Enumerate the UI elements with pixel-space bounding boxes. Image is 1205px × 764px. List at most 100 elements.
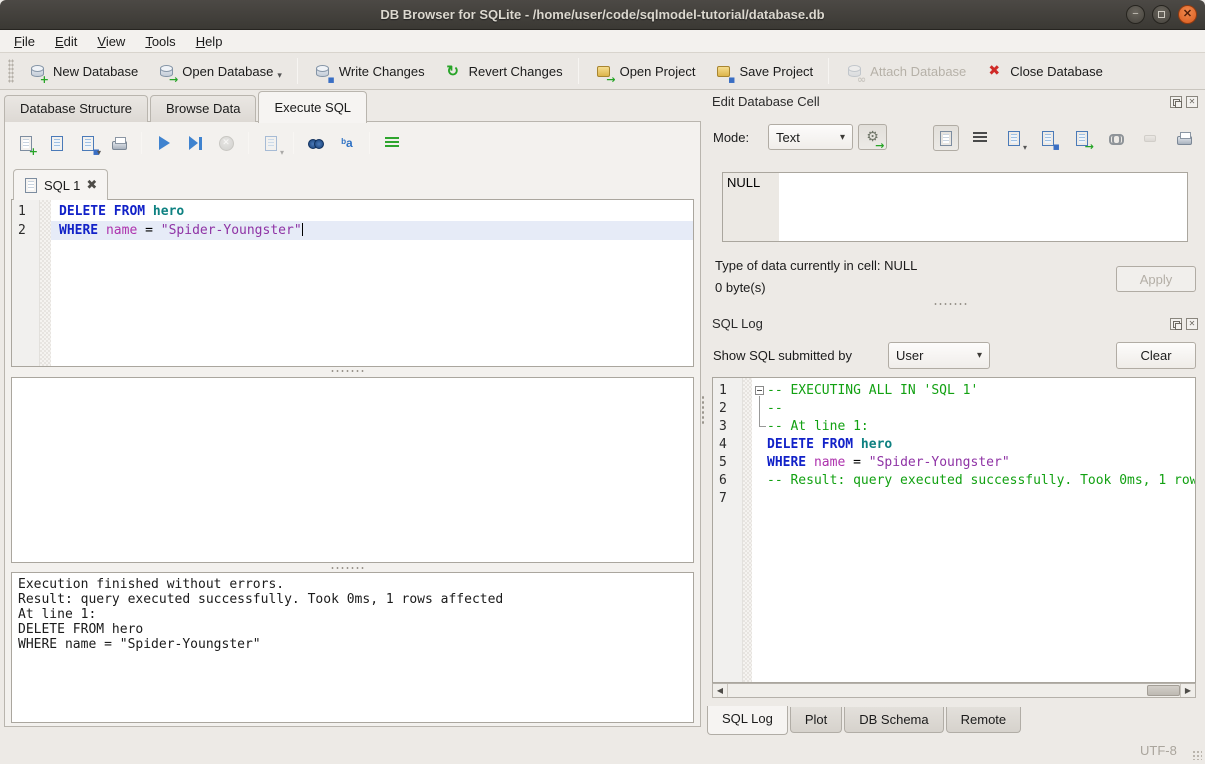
execute-sql-page: + ▪▾ ✕ ▾ ᵇa SQL 1 ✖ 1 2 DELETE FROM hero… [4, 121, 701, 727]
sql-editor[interactable]: 1 2 DELETE FROM hero WHERE name = "Spide… [11, 199, 694, 367]
execute-line-icon [185, 133, 205, 153]
replace-icon: ᵇa [337, 133, 357, 153]
sql-document-icon [24, 177, 38, 193]
scrollbar-thumb[interactable] [1147, 685, 1180, 696]
cell-toolbar: ▾ ▪ → [933, 125, 1197, 151]
cell-print-button[interactable] [1171, 125, 1197, 151]
find-button[interactable] [303, 130, 329, 156]
link-button[interactable] [1103, 125, 1129, 151]
format-button[interactable] [379, 130, 405, 156]
sql-log-title: SQL Log [712, 316, 763, 331]
close-tab-icon[interactable]: ✖ [86, 179, 97, 192]
close-database-icon: ✖ [984, 61, 1004, 81]
import-file-button[interactable]: ▾ [1001, 125, 1027, 151]
close-button-icon[interactable]: ✕ [1178, 5, 1197, 24]
sql-editor-toolbar: + ▪▾ ✕ ▾ ᵇa [13, 128, 405, 158]
tab-browse-data[interactable]: Browse Data [150, 95, 256, 122]
write-changes-button[interactable]: ▪ Write Changes [304, 56, 434, 86]
save-sql-file-button[interactable]: ▪▾ [75, 130, 101, 156]
fold-collapse-icon[interactable] [755, 386, 764, 395]
apply-export-icon: → [1072, 128, 1092, 148]
log-line: -- [767, 400, 1195, 418]
set-null-icon [1140, 128, 1160, 148]
scroll-right-icon[interactable]: ▶ [1180, 684, 1195, 697]
log-line: -- At line 1: [767, 418, 1195, 436]
chevron-down-icon: ▾ [840, 132, 845, 143]
log-filter-combobox[interactable]: User▾ [888, 342, 990, 369]
app-window: { "window": { "title": "DB Browser for S… [0, 0, 1205, 764]
edit-cell-title: Edit Database Cell [712, 94, 820, 109]
attach-database-button[interactable]: ∞ Attach Database [835, 56, 975, 86]
apply-button[interactable]: Apply [1116, 266, 1196, 292]
log-line-numbers: 1 2 3 4 5 6 7 [713, 378, 743, 682]
log-horizontal-scrollbar[interactable]: ◀ ▶ [712, 683, 1196, 698]
title-bar[interactable]: DB Browser for SQLite - /home/user/code/… [0, 0, 1205, 30]
open-tab-button[interactable]: + [13, 130, 39, 156]
print-button[interactable] [106, 130, 132, 156]
log-line: -- Result: query executed successfully. … [767, 472, 1195, 490]
menu-bar: File Edit View Tools Help [0, 30, 1205, 53]
execution-message-pane: Execution finished without errors. Resul… [11, 572, 694, 723]
execute-line-button[interactable] [182, 130, 208, 156]
maximize-button-icon[interactable] [1152, 5, 1171, 24]
float-dock-icon[interactable] [1170, 318, 1182, 330]
results-messages-splitter[interactable] [330, 566, 364, 570]
new-database-button[interactable]: + New Database [18, 56, 147, 86]
stop-button[interactable]: ✕ [213, 130, 239, 156]
menu-tools[interactable]: Tools [135, 31, 185, 52]
text-mode-button[interactable] [933, 125, 959, 151]
link-icon [1106, 128, 1126, 148]
close-dock-icon[interactable]: ✕ [1186, 318, 1198, 330]
window-title: DB Browser for SQLite - /home/user/code/… [380, 7, 824, 22]
auto-apply-button[interactable]: ⚙→ [858, 124, 887, 150]
mode-combobox[interactable]: Text▾ [768, 124, 853, 150]
word-wrap-button[interactable] [967, 125, 993, 151]
new-database-icon: + [27, 61, 47, 81]
cell-value-editor[interactable]: NULL [722, 172, 1188, 242]
cell-value: NULL [727, 175, 760, 190]
open-project-button[interactable]: → Open Project [585, 56, 705, 86]
open-database-dropdown-icon[interactable]: ▾ [277, 70, 282, 81]
editor-results-splitter[interactable] [330, 369, 364, 373]
open-database-button[interactable]: → Open Database ▾ [147, 56, 291, 86]
open-tab-icon: + [16, 133, 36, 153]
dock-tab-db-schema[interactable]: DB Schema [844, 707, 943, 733]
menu-file[interactable]: File [4, 31, 45, 52]
scroll-left-icon[interactable]: ◀ [713, 684, 728, 697]
menu-view[interactable]: View [87, 31, 135, 52]
menu-edit[interactable]: Edit [45, 31, 87, 52]
clear-log-button[interactable]: Clear [1116, 342, 1196, 369]
dock-tab-sql-log[interactable]: SQL Log [707, 706, 788, 735]
save-as-file-button[interactable]: ▪ [1035, 125, 1061, 151]
cell-log-splitter[interactable] [933, 302, 967, 306]
minimize-button-icon[interactable]: − [1126, 5, 1145, 24]
toolbar-grip[interactable] [8, 59, 14, 83]
tab-database-structure[interactable]: Database Structure [4, 95, 148, 122]
sql-file-tab[interactable]: SQL 1 ✖ [13, 169, 108, 200]
main-toolbar: + New Database → Open Database ▾ ▪ Write… [0, 53, 1205, 90]
tab-execute-sql[interactable]: Execute SQL [258, 91, 367, 123]
float-dock-icon[interactable] [1170, 96, 1182, 108]
close-dock-icon[interactable]: ✕ [1186, 96, 1198, 108]
resize-grip[interactable] [1192, 750, 1202, 760]
replace-button[interactable]: ᵇa [334, 130, 360, 156]
open-sql-file-button[interactable] [44, 130, 70, 156]
sql-log-view[interactable]: 1 2 3 4 5 6 7 -- EXECUTING ALL IN 'SQL 1… [712, 377, 1196, 683]
menu-help[interactable]: Help [186, 31, 233, 52]
text-mode-icon [936, 128, 956, 148]
save-project-button[interactable]: ▪ Save Project [704, 56, 822, 86]
execute-all-button[interactable] [151, 130, 177, 156]
dock-tab-plot[interactable]: Plot [790, 707, 842, 733]
save-project-icon: ▪ [713, 61, 733, 81]
editor-text-area[interactable]: DELETE FROM hero WHERE name = "Spider-Yo… [51, 200, 693, 366]
dock-tab-remote[interactable]: Remote [946, 707, 1022, 733]
set-null-button[interactable] [1137, 125, 1163, 151]
mode-label: Mode: [713, 130, 749, 145]
revert-changes-button[interactable]: ↻ Revert Changes [434, 56, 572, 86]
code-line-current: WHERE name = "Spider-Youngster" [51, 221, 693, 240]
sql-file-tab-bar: SQL 1 ✖ [13, 168, 108, 199]
results-pane[interactable] [11, 377, 694, 563]
close-database-button[interactable]: ✖ Close Database [975, 56, 1112, 86]
save-results-button[interactable]: ▾ [258, 130, 284, 156]
apply-export-button[interactable]: → [1069, 125, 1095, 151]
